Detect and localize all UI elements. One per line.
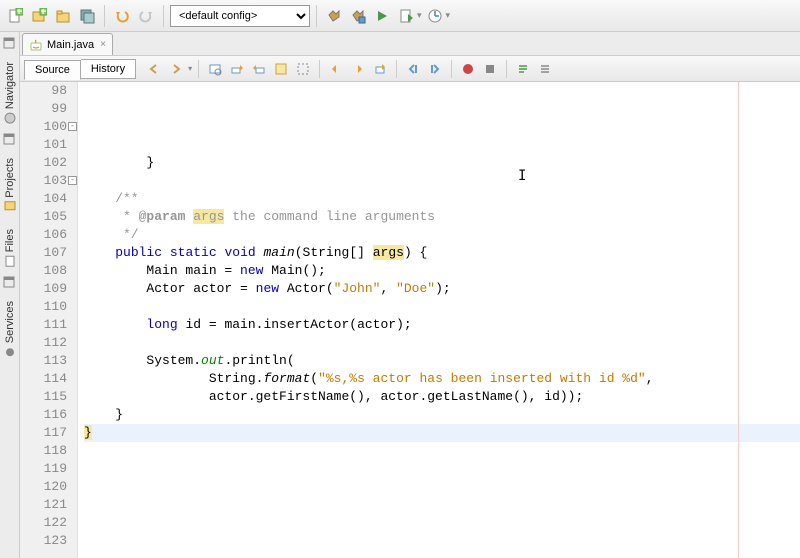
editor-area: Main.java × Source History ▾: [20, 32, 800, 558]
undo-icon[interactable]: [111, 5, 133, 27]
sidebar-tab-label: Services: [4, 301, 16, 343]
tab-source[interactable]: Source: [24, 60, 81, 80]
profile-icon[interactable]: [424, 5, 446, 27]
run-icon[interactable]: [371, 5, 393, 27]
code-content[interactable]: I } /** * @param args the command line a…: [78, 82, 800, 558]
dropdown-arrow-icon[interactable]: ▾: [417, 10, 422, 21]
editor-toolbar: ▾: [144, 59, 555, 79]
sidebar-tab-projects[interactable]: Projects: [4, 158, 16, 213]
sidebar-tab-label: Files: [4, 229, 16, 252]
dropdown-arrow-icon[interactable]: ▾: [188, 64, 192, 73]
redo-icon[interactable]: [135, 5, 157, 27]
comment-icon[interactable]: [513, 59, 533, 79]
sidebar-tab-label: Projects: [4, 158, 16, 198]
print-margin: [738, 82, 739, 558]
find-next-icon[interactable]: [249, 59, 269, 79]
open-icon[interactable]: [52, 5, 74, 27]
toolbar-separator: [316, 5, 317, 27]
toolbar-separator: [198, 60, 199, 78]
fold-toggle-icon[interactable]: -: [68, 176, 77, 185]
toolbar-separator: [396, 60, 397, 78]
shift-right-icon[interactable]: [425, 59, 445, 79]
find-prev-icon[interactable]: [227, 59, 247, 79]
toggle-bookmark-icon[interactable]: [370, 59, 390, 79]
next-bookmark-icon[interactable]: [348, 59, 368, 79]
main-toolbar: <default config> ▾ ▾: [0, 0, 800, 32]
file-tab-label: Main.java: [47, 39, 94, 51]
minimize-icon[interactable]: [2, 36, 18, 52]
config-dropdown[interactable]: <default config>: [170, 5, 310, 27]
file-tab-bar: Main.java ×: [20, 32, 800, 56]
java-file-icon: [29, 38, 43, 52]
minimize-icon[interactable]: [2, 275, 18, 291]
file-tab-main-java[interactable]: Main.java ×: [22, 33, 113, 55]
toolbar-separator: [163, 5, 164, 27]
build-icon[interactable]: [323, 5, 345, 27]
save-all-icon[interactable]: [76, 5, 98, 27]
close-tab-icon[interactable]: ×: [100, 39, 106, 50]
toggle-rect-select-icon[interactable]: [293, 59, 313, 79]
sidebar-tab-services[interactable]: Services: [4, 301, 16, 358]
new-project-icon[interactable]: [28, 5, 50, 27]
dropdown-arrow-icon[interactable]: ▾: [446, 10, 451, 21]
prev-bookmark-icon[interactable]: [326, 59, 346, 79]
debug-icon[interactable]: [395, 5, 417, 27]
sidebar-tab-files[interactable]: Files: [4, 229, 16, 267]
fold-toggle-icon[interactable]: -: [68, 122, 77, 131]
nav-fwd-icon[interactable]: [166, 59, 186, 79]
tab-history[interactable]: History: [81, 59, 136, 79]
toolbar-separator: [104, 5, 105, 27]
code-editor[interactable]: 9899100-101102103-1041051061071081091101…: [20, 82, 800, 558]
stop-macro-icon[interactable]: [480, 59, 500, 79]
nav-back-icon[interactable]: [144, 59, 164, 79]
left-sidebar: Navigator Projects Files Services: [0, 32, 20, 558]
toolbar-separator: [506, 60, 507, 78]
uncomment-icon[interactable]: [535, 59, 555, 79]
toolbar-separator: [451, 60, 452, 78]
toggle-highlight-icon[interactable]: [271, 59, 291, 79]
clean-build-icon[interactable]: [347, 5, 369, 27]
editor-toolbar-row: Source History ▾: [20, 56, 800, 82]
toolbar-separator: [319, 60, 320, 78]
find-selection-icon[interactable]: [205, 59, 225, 79]
minimize-icon[interactable]: [2, 132, 18, 148]
new-file-icon[interactable]: [4, 5, 26, 27]
shift-left-icon[interactable]: [403, 59, 423, 79]
text-cursor-icon: I: [518, 167, 526, 185]
start-macro-icon[interactable]: [458, 59, 478, 79]
sidebar-tab-navigator[interactable]: Navigator: [4, 62, 16, 124]
sidebar-tab-label: Navigator: [4, 62, 16, 109]
line-gutter: 9899100-101102103-1041051061071081091101…: [20, 82, 78, 558]
